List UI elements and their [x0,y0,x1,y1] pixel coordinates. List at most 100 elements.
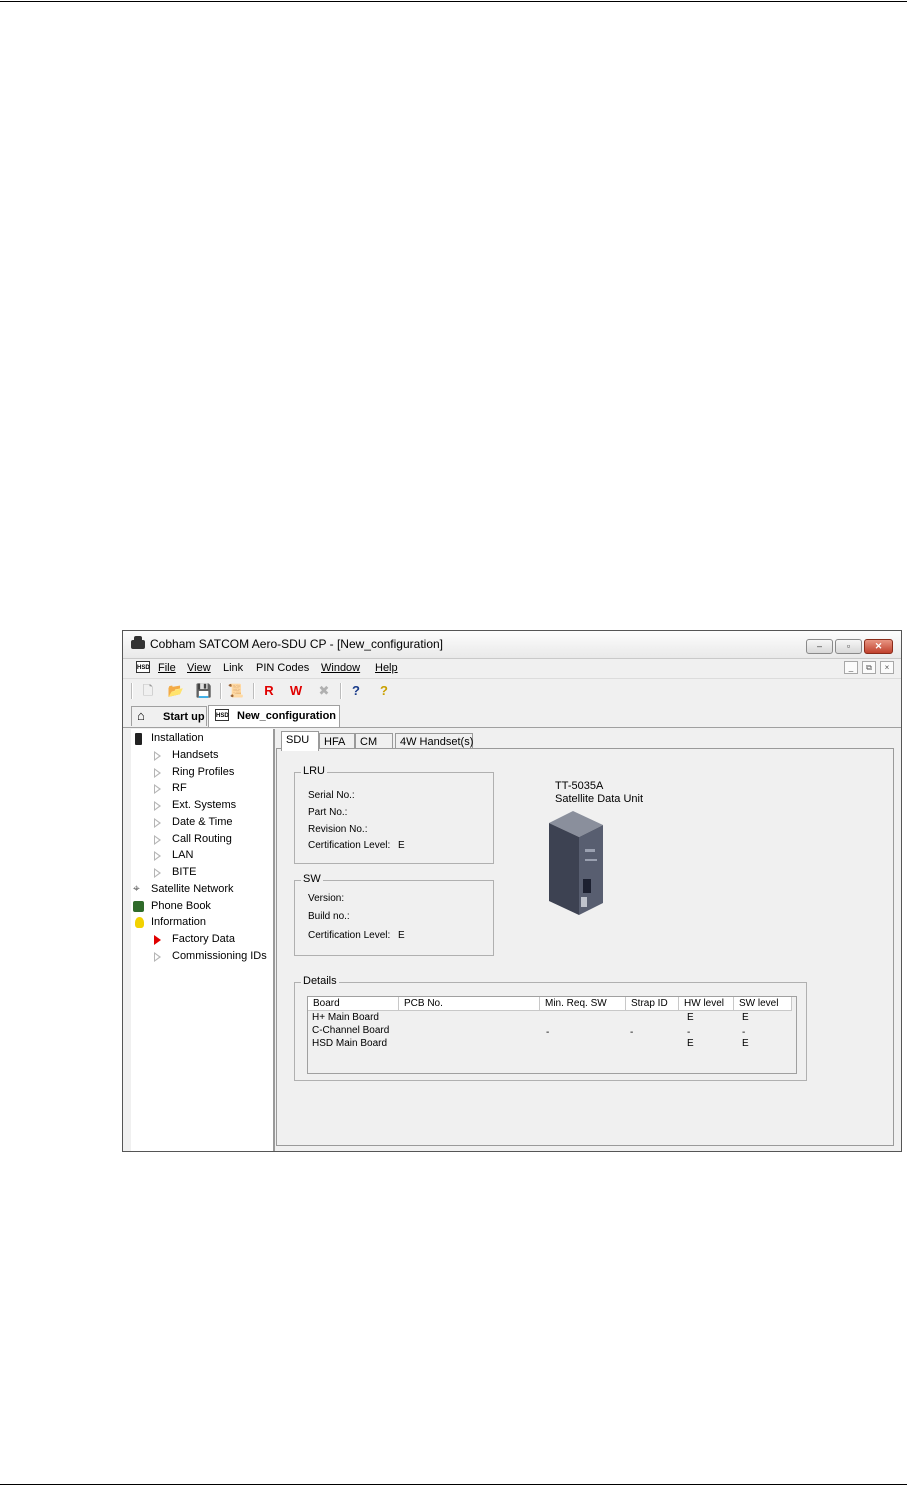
tree-arrow-icon [154,868,161,878]
tree-arrow-icon [154,768,161,778]
menu-file[interactable]: File [158,662,176,674]
write-icon[interactable]: W [287,682,305,700]
tree-item-label: Installation [151,732,204,744]
open-folder-icon[interactable]: 📂 [167,682,185,700]
title-bar[interactable]: Cobham SATCOM Aero-SDU CP - [New_configu… [123,631,901,659]
maximize-button[interactable]: ▫ [835,639,862,654]
mdi-minimize-button[interactable]: _ [844,661,858,674]
toolbar-separator [340,683,342,699]
sw-certification-label: Certification Level: [308,930,391,941]
home-icon: ⌂ [137,708,145,723]
tree-item-label: BITE [172,866,197,878]
satellite-dish-icon: ⌖ [133,881,140,895]
table-row-strap-id: - [630,1027,634,1038]
cancel-icon[interactable]: ✖ [315,682,333,700]
mdi-restore-button[interactable]: ⧉ [862,661,876,674]
board-list: Board PCB No. Min. Req. SW Strap ID HW l… [307,996,797,1074]
toolbar-separator [253,683,255,699]
tree-item-label: Phone Book [151,900,211,912]
phone-book-icon [133,901,144,912]
tree-item-label: Call Routing [172,833,232,845]
page-top-rule [0,1,907,2]
tree-item-label: Satellite Network [151,883,234,895]
unit-name: Satellite Data Unit [555,793,644,805]
read-icon[interactable]: R [260,682,278,700]
light-bulb-icon [135,917,144,928]
mdi-close-button[interactable]: × [880,661,894,674]
tab-start-up-label: Start up [163,711,205,723]
column-header-strap-id[interactable]: Strap ID [626,997,679,1011]
tree-item-label: Factory Data [172,933,235,945]
frame-edge [123,729,131,1151]
scroll-icon[interactable]: 📜 [227,682,245,700]
table-row-board[interactable]: H+ Main Board [312,1012,379,1023]
tree-arrow-icon [154,818,161,828]
tab-new-configuration-label: New_configuration [237,710,337,722]
configuration-icon: HSD [215,709,229,721]
table-row-hw-level: E [687,1038,694,1049]
page-tab-strip: ⌂ Start up HSD New_configuration [123,703,901,728]
lru-legend: LRU [301,765,328,777]
toolbar-grip [131,683,133,699]
installation-icon [135,733,142,745]
table-row-sw-level: E [742,1038,749,1049]
tree-item-label: Commissioning IDs [172,950,267,962]
save-disk-icon[interactable]: 💾 [195,682,213,700]
lru-certification-label: Certification Level: [308,840,391,851]
tree-arrow-icon [154,851,161,861]
column-header-pcb-no[interactable]: PCB No. [399,997,540,1011]
menu-bar: HSD File View Link PIN Codes Window Help [123,659,901,677]
table-row-board[interactable]: HSD Main Board [312,1038,387,1049]
tree-arrow-icon [154,751,161,761]
tree-arrow-icon [154,952,161,962]
toolbar-separator [220,683,222,699]
column-header-min-req-sw[interactable]: Min. Req. SW [540,997,626,1011]
tree-item-label: Date & Time [172,816,233,828]
menu-view[interactable]: View [187,662,211,674]
page-bottom-rule [0,1484,907,1485]
telephone-icon [131,636,145,649]
details-group: Details Board PCB No. Min. Req. SW Strap… [294,975,807,1081]
tree-arrow-icon [154,835,161,845]
minimize-button[interactable]: ‒ [806,639,833,654]
document-icon[interactable]: HSD [136,661,150,673]
sw-legend: SW [301,873,323,885]
tree-arrow-icon [154,801,161,811]
tree-item-label: Ext. Systems [172,799,237,811]
version-label: Version: [308,893,345,904]
help-icon[interactable]: ? [375,682,393,700]
column-header-board[interactable]: Board [308,997,399,1011]
unit-model: TT-5035A [555,780,604,792]
context-help-icon[interactable]: ? [347,682,365,700]
tab-new-configuration[interactable]: HSD New_configuration [208,705,340,727]
menu-help[interactable]: Help [375,662,398,674]
menu-link[interactable]: Link [223,662,243,674]
close-button[interactable]: ✕ [864,639,893,654]
satellite-data-unit-image [549,811,603,915]
tree-item-label: Information [151,916,207,928]
part-no-label: Part No.: [308,807,348,818]
menu-pin-codes[interactable]: PIN Codes [256,662,309,674]
tree-item-label: Handsets [172,749,219,761]
table-row-hw-level: E [687,1012,694,1023]
table-row-board[interactable]: C-Channel Board [312,1025,389,1036]
toolbar: 🗋 📂 💾 📜 R W ✖ ? ? [123,678,901,703]
menu-window[interactable]: Window [321,662,360,674]
details-legend: Details [301,975,339,987]
tree-item-label: RF [172,782,187,794]
table-row-hw-level: - [687,1027,691,1038]
sw-certification-value: E [398,930,405,941]
column-header-hw-level[interactable]: HW level [679,997,734,1011]
navigation-tree: Installation Handsets Ring Profiles RF E… [131,729,275,1151]
application-window: Cobham SATCOM Aero-SDU CP - [New_configu… [122,630,902,1152]
new-document-icon[interactable]: 🗋 [139,682,157,700]
table-row-sw-level: - [742,1027,746,1038]
build-no-label: Build no.: [308,911,350,922]
tree-arrow-selected-icon [154,935,161,945]
serial-no-label: Serial No.: [308,790,355,801]
tab-sdu[interactable]: SDU [281,731,319,751]
column-header-sw-level[interactable]: SW level [734,997,792,1011]
tab-start-up[interactable]: ⌂ Start up [131,706,207,726]
tree-item-label: Ring Profiles [172,766,235,778]
sdu-panel: LRU Serial No.: Part No.: Revision No.: … [276,748,894,1146]
